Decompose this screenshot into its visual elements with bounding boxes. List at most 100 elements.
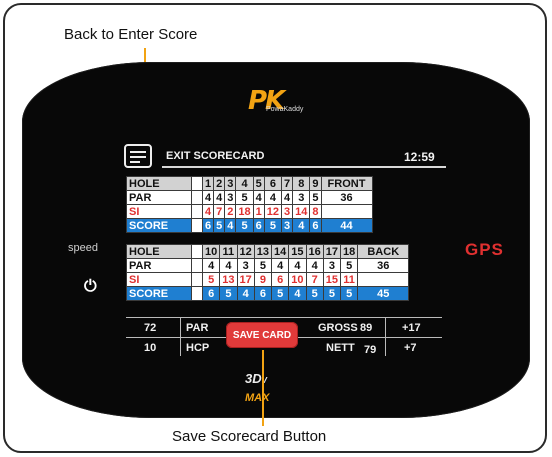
score-cell[interactable]: 5	[339, 286, 359, 301]
row-label: PAR	[126, 190, 192, 205]
callout-save-scorecard-button: Save Scorecard Button	[172, 428, 327, 445]
scorecard-icon[interactable]	[124, 144, 152, 168]
score-cell[interactable]: 5	[305, 286, 324, 301]
gps-label: GPS	[465, 240, 504, 259]
score-cell[interactable]: 4	[288, 286, 307, 301]
score-cell[interactable]: 6	[309, 218, 322, 233]
par-cell: 5	[339, 258, 359, 273]
score-cell[interactable]: 4	[236, 286, 255, 301]
hole-cell: 4	[235, 176, 254, 191]
total-label: BACK	[357, 244, 410, 259]
power-icon[interactable]: ⏻	[84, 278, 97, 296]
par-cell: 5	[235, 190, 254, 205]
si-cell: 1	[252, 204, 265, 219]
exit-scorecard-label[interactable]: EXIT SCORECARD	[166, 150, 264, 162]
si-cell: 17	[236, 272, 255, 287]
total-par: 36	[357, 258, 410, 273]
table-row: PAR 4 4 3 5 4 4 4 3 5 36	[126, 190, 373, 205]
score-cell[interactable]: 5	[235, 218, 254, 233]
row-label: SCORE	[126, 218, 192, 233]
si-cell: 7	[305, 272, 324, 287]
par-cell: 5	[253, 258, 273, 273]
par-cell: 4	[201, 258, 221, 273]
si-cell: 15	[322, 272, 342, 287]
hole-cell: 1	[201, 176, 215, 191]
total-score: 45	[357, 286, 410, 301]
spacer	[191, 272, 203, 287]
hole-cell: 12	[236, 244, 255, 259]
si-cell: 5	[201, 272, 221, 287]
table-row: SI 4 7 2 18 1 12 3 14 8	[126, 204, 373, 219]
score-cell[interactable]: 6	[201, 218, 215, 233]
si-cell: 7	[213, 204, 226, 219]
table-row: SCORE 6 5 4 5 6 5 3 4 6 44	[126, 218, 373, 233]
score-cell[interactable]: 3	[280, 218, 294, 233]
score-cell[interactable]: 5	[263, 218, 283, 233]
hole-cell: 7	[280, 176, 294, 191]
gross-diff: +17	[402, 322, 421, 334]
score-cell[interactable]: 4	[224, 218, 237, 233]
spacer	[191, 286, 203, 301]
totals-top-rule	[126, 317, 442, 318]
score-cell[interactable]: 5	[322, 286, 342, 301]
score-cell[interactable]: 6	[253, 286, 273, 301]
table-row: HOLE 1 2 3 4 5 6 7 8 9 FRONT	[126, 176, 373, 191]
par-cell: 4	[280, 190, 294, 205]
model-3d: 3D	[245, 371, 262, 386]
si-cell: 8	[309, 204, 322, 219]
si-cell: 6	[270, 272, 290, 287]
clock-time: 12:59	[404, 150, 435, 164]
powakaddy-logo: PK PowaKaddy	[248, 86, 320, 116]
si-cell: 11	[339, 272, 359, 287]
si-cell: 13	[219, 272, 238, 287]
par-cell: 4	[263, 190, 283, 205]
row-label: SI	[126, 204, 192, 219]
header-divider	[162, 166, 446, 168]
hole-cell: 5	[252, 176, 265, 191]
par-cell: 4	[201, 190, 215, 205]
par-cell: 5	[309, 190, 322, 205]
score-cell[interactable]: 6	[201, 286, 221, 301]
hcp-label: HCP	[186, 342, 210, 354]
empty-cell	[320, 204, 373, 219]
table-row: HOLE 10 11 12 13 14 15 16 17 18 BACK	[126, 244, 410, 259]
score-cell[interactable]: 5	[213, 218, 226, 233]
gross-label: GROSS	[318, 322, 358, 334]
si-cell: 3	[280, 204, 294, 219]
si-cell: 9	[253, 272, 273, 287]
par-cell: 3	[224, 190, 237, 205]
hole-cell: 15	[288, 244, 307, 259]
course-par-value: 72	[144, 322, 157, 334]
score-cell[interactable]: 5	[270, 286, 290, 301]
row-label: HOLE	[126, 176, 192, 191]
spacer	[191, 190, 203, 205]
total-label: FRONT	[320, 176, 373, 191]
par-cell: 4	[305, 258, 324, 273]
back-nine-table: HOLE 10 11 12 13 14 15 16 17 18 BACK PAR…	[126, 244, 410, 301]
spacer	[191, 244, 203, 259]
nett-diff: +7	[404, 342, 417, 354]
si-cell: 18	[235, 204, 254, 219]
hole-cell: 16	[305, 244, 324, 259]
empty-cell	[357, 272, 410, 287]
par-cell: 3	[236, 258, 255, 273]
si-cell: 14	[292, 204, 311, 219]
par-cell: 3	[322, 258, 342, 273]
save-card-button[interactable]: SAVE CARD	[226, 322, 298, 348]
hole-cell: 10	[201, 244, 221, 259]
row-label: SCORE	[126, 286, 192, 301]
nett-label: NETT	[326, 342, 355, 354]
score-cell[interactable]: 5	[219, 286, 238, 301]
hole-cell: 14	[270, 244, 290, 259]
spacer	[191, 258, 203, 273]
row-label: PAR	[126, 258, 192, 273]
row-label: SI	[126, 272, 192, 287]
hole-cell: 8	[292, 176, 311, 191]
front-nine-table: HOLE 1 2 3 4 5 6 7 8 9 FRONT PAR 4 4 3 5…	[126, 176, 373, 233]
score-cell[interactable]: 6	[252, 218, 265, 233]
si-cell: 10	[288, 272, 307, 287]
score-cell[interactable]: 4	[292, 218, 311, 233]
par-cell: 4	[252, 190, 265, 205]
hole-cell: 11	[219, 244, 238, 259]
spacer	[191, 218, 203, 233]
